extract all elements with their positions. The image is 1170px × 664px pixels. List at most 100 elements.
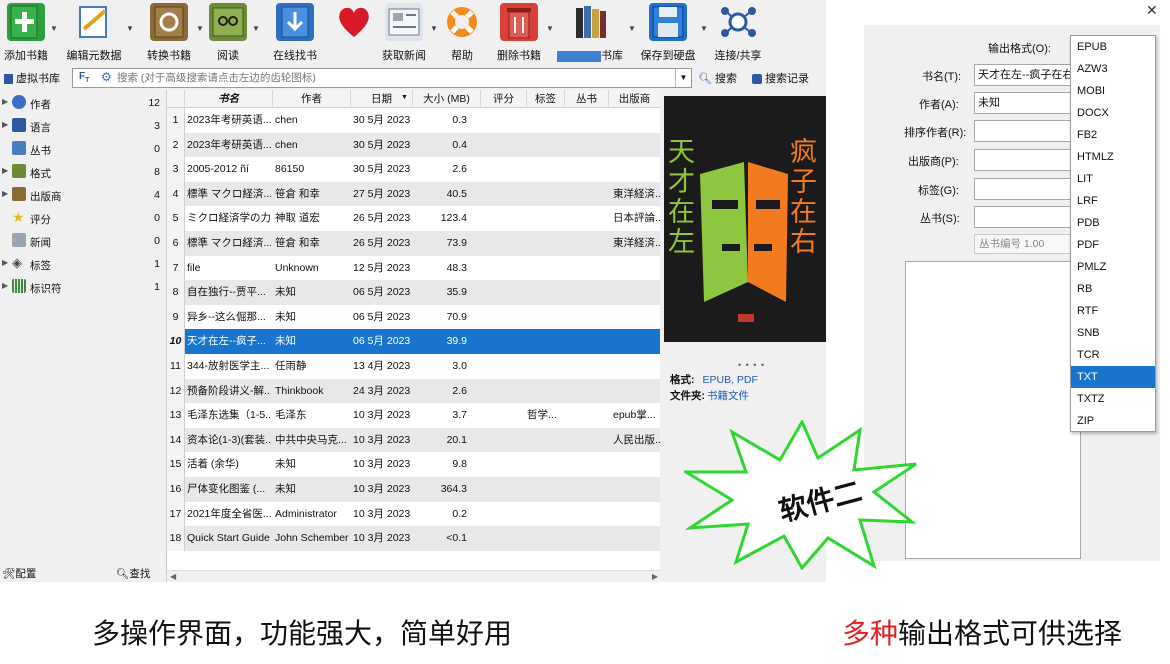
tag-category-identifiers[interactable]: ▶ 标识符 1 bbox=[0, 276, 166, 298]
table-row[interactable]: 2 2023年考研英语... chen 30 5月 2023 0.4 bbox=[167, 132, 661, 158]
configure-button[interactable]: 🛠︎配置 bbox=[2, 566, 36, 581]
format-option[interactable]: RTF bbox=[1071, 300, 1155, 322]
expand-arrow-icon[interactable]: ▶ bbox=[2, 120, 8, 129]
column-header-title[interactable]: 书名 bbox=[185, 90, 273, 108]
remove-books-dropdown-icon[interactable]: ▼ bbox=[546, 24, 554, 33]
format-option[interactable]: FB2 bbox=[1071, 124, 1155, 146]
fetch-news-button[interactable]: 获取新闻 bbox=[382, 3, 426, 63]
column-header-rating[interactable]: 评分 bbox=[481, 90, 527, 108]
tag-category-languages[interactable]: ▶ 语言 3 bbox=[0, 115, 166, 137]
view-dropdown-icon[interactable]: ▼ bbox=[252, 24, 260, 33]
view-button[interactable]: 阅读 bbox=[208, 3, 248, 63]
table-row[interactable]: 6 標準 マクロ経済... 笹倉 和幸 26 5月 2023 73.9 東洋経済... bbox=[167, 231, 661, 256]
format-option[interactable]: PDF bbox=[1071, 234, 1155, 256]
tag-category-formats[interactable]: ▶ 格式 8 bbox=[0, 161, 166, 183]
convert-books-button[interactable]: 转换书籍 bbox=[146, 3, 192, 63]
library-button[interactable]: 书库 bbox=[556, 3, 624, 63]
scroll-right-icon[interactable]: ▶ bbox=[652, 572, 658, 581]
column-header-tags[interactable]: 标签 bbox=[527, 90, 565, 108]
format-option[interactable]: ZIP bbox=[1071, 410, 1155, 432]
remove-books-button[interactable]: 删除书籍 bbox=[496, 3, 542, 63]
tag-category-rating[interactable]: ★ 评分 0 bbox=[0, 207, 166, 229]
table-row[interactable]: 3 2005-2012 ñí 86150 30 5月 2023 2.6 bbox=[167, 157, 661, 182]
series-number-spinbox[interactable]: 丛书编号 1.00 bbox=[974, 234, 1074, 254]
expand-arrow-icon[interactable]: ▶ bbox=[2, 189, 8, 198]
tag-category-news[interactable]: 新闻 0 bbox=[0, 230, 166, 252]
tag-category-series[interactable]: 丛书 0 bbox=[0, 138, 166, 160]
format-option[interactable]: TXT bbox=[1071, 366, 1155, 388]
convert-dropdown-icon[interactable]: ▼ bbox=[196, 24, 204, 33]
series-field[interactable] bbox=[974, 206, 1074, 228]
format-option[interactable]: TCR bbox=[1071, 344, 1155, 366]
title-field[interactable]: 天才在左--疯子在右 bbox=[974, 64, 1074, 86]
full-text-search-icon[interactable]: FT bbox=[79, 71, 89, 84]
search-button[interactable]: 🔍︎ 搜索 bbox=[698, 70, 737, 86]
table-row[interactable]: 13 毛泽东选集（1-5... 毛泽东 10 3月 2023 3.7 哲学... epub掌… bbox=[167, 403, 661, 428]
table-row[interactable]: 9 异乡--这么倔那... 未知 06 5月 2023 70.9 bbox=[167, 304, 661, 330]
format-option[interactable]: RB bbox=[1071, 278, 1155, 300]
format-option[interactable]: SNB bbox=[1071, 322, 1155, 344]
expand-arrow-icon[interactable]: ▶ bbox=[2, 166, 8, 175]
format-option[interactable]: HTMLZ bbox=[1071, 146, 1155, 168]
column-header-publisher[interactable]: 出版商 bbox=[609, 90, 661, 108]
format-option[interactable]: EPUB bbox=[1071, 36, 1155, 58]
save-to-disk-button[interactable]: 保存到硬盘 bbox=[640, 3, 696, 63]
find-button[interactable]: 🔍︎查找 bbox=[116, 566, 150, 581]
expand-arrow-icon[interactable]: ▶ bbox=[2, 258, 8, 267]
format-option[interactable]: AZW3 bbox=[1071, 58, 1155, 80]
add-books-dropdown-icon[interactable]: ▼ bbox=[50, 24, 58, 33]
publisher-field[interactable] bbox=[974, 149, 1074, 171]
edit-metadata-dropdown-icon[interactable]: ▼ bbox=[126, 24, 134, 33]
format-option[interactable]: TXTZ bbox=[1071, 388, 1155, 410]
format-option[interactable]: DOCX bbox=[1071, 102, 1155, 124]
format-option[interactable]: MOBI bbox=[1071, 80, 1155, 102]
column-header-author[interactable]: 作者 bbox=[273, 90, 351, 108]
horizontal-scrollbar[interactable]: ◀ ▶ bbox=[167, 570, 661, 582]
formats-value-link[interactable]: EPUB, PDF bbox=[703, 374, 758, 386]
table-row[interactable]: 12 预备阶段讲义-解... Thinkbook 24 3月 2023 2.6 bbox=[167, 378, 661, 404]
author-sort-field[interactable] bbox=[974, 120, 1074, 142]
table-row[interactable]: 8 自在独行--贾平... 未知 06 5月 2023 35.9 bbox=[167, 280, 661, 305]
close-icon[interactable]: ✕ bbox=[1146, 2, 1158, 19]
table-row[interactable]: 5 ミクロ経済学の力 神取 道宏 26 5月 2023 123.4 日本評論... bbox=[167, 206, 661, 231]
column-header-size[interactable]: 大小 (MB) bbox=[413, 90, 481, 108]
table-row[interactable]: 14 资本论(1-3)(套装... 中共中央马克... 10 3月 2023 20.1 人… bbox=[167, 427, 661, 453]
table-row[interactable]: 18 Quick Start Guide John Schember 10 3月 20… bbox=[167, 526, 661, 551]
save-dropdown-icon[interactable]: ▼ bbox=[700, 24, 708, 33]
table-row[interactable]: 7 file Unknown 12 5月 2023 48.3 bbox=[167, 255, 661, 281]
format-option[interactable]: LRF bbox=[1071, 190, 1155, 212]
table-row[interactable]: 11 344-放射医学主... 任雨静 13 4月 2023 3.0 bbox=[167, 354, 661, 379]
expand-arrow-icon[interactable]: ▶ bbox=[2, 97, 8, 106]
author-field[interactable]: 未知 bbox=[974, 92, 1074, 114]
search-input[interactable] bbox=[117, 71, 657, 85]
tag-category-publishers[interactable]: ▶ 出版商 4 bbox=[0, 184, 166, 206]
tags-field[interactable] bbox=[974, 178, 1074, 200]
expand-arrow-icon[interactable]: ▶ bbox=[2, 281, 8, 290]
format-option[interactable]: PMLZ bbox=[1071, 256, 1155, 278]
table-row[interactable]: 16 尸体变化图鉴 (... 未知 10 3月 2023 364.3 bbox=[167, 477, 661, 502]
add-books-button[interactable]: 添加书籍 bbox=[4, 3, 48, 63]
column-header-series[interactable]: 丛书 bbox=[565, 90, 609, 108]
table-row[interactable]: 1 2023年考研英语... chen 30 5月 2023 0.3 bbox=[167, 108, 661, 133]
edit-metadata-button[interactable]: 编辑元数据 bbox=[66, 3, 122, 63]
connect-share-button[interactable]: 连接/共享 bbox=[712, 3, 764, 63]
tag-category-tags[interactable]: ▶ ◈ 标签 1 bbox=[0, 253, 166, 275]
scroll-left-icon[interactable]: ◀ bbox=[170, 572, 176, 581]
tag-category-authors[interactable]: ▶ 作者 12 bbox=[0, 92, 166, 114]
folder-value-link[interactable]: 书籍文件 bbox=[707, 390, 749, 402]
comments-editor[interactable] bbox=[905, 261, 1081, 559]
donate-button[interactable] bbox=[332, 3, 376, 63]
table-row[interactable]: 17 2021年度全省医... Administrator 10 3月 2023 0.2 bbox=[167, 501, 661, 527]
library-dropdown-icon[interactable]: ▼ bbox=[628, 24, 636, 33]
saved-searches-button[interactable]: 搜索记录 bbox=[752, 70, 809, 86]
table-row[interactable]: 10 天才在左--疯子... 未知 06 5月 2023 39.9 bbox=[167, 329, 661, 354]
virtual-library-button[interactable]: 虚拟书库 bbox=[4, 70, 60, 86]
format-option[interactable]: LIT bbox=[1071, 168, 1155, 190]
gear-icon[interactable]: ⚙ bbox=[101, 70, 112, 84]
table-row[interactable]: 15 活着 (余华) 未知 10 3月 2023 9.8 bbox=[167, 452, 661, 477]
splitter-handle-icon[interactable]: • • • • bbox=[738, 360, 765, 370]
format-option[interactable]: PDB bbox=[1071, 212, 1155, 234]
find-books-button[interactable]: 在线找书 bbox=[272, 3, 318, 63]
help-button[interactable]: 帮助 bbox=[442, 3, 482, 63]
table-row[interactable]: 4 標準 マクロ経済... 笹倉 和幸 27 5月 2023 40.5 東洋経済... bbox=[167, 181, 661, 207]
